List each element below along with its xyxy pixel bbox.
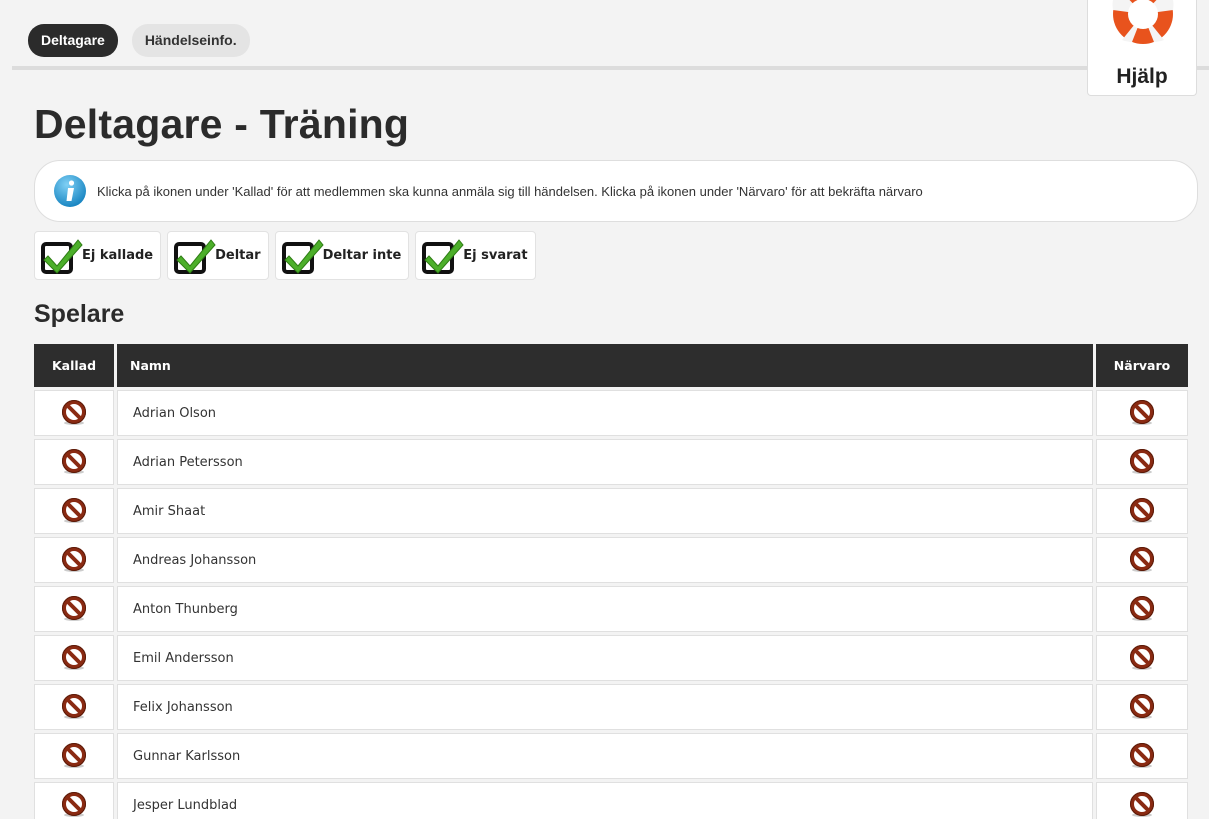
no-entry-icon xyxy=(1130,498,1154,523)
tab-bar: Deltagare Händelseinfo. xyxy=(28,24,250,57)
table-row: Emil Andersson xyxy=(34,635,1188,681)
filter-deltar-inte-button[interactable]: Deltar inte xyxy=(274,231,410,280)
narvaro-toggle[interactable] xyxy=(1096,684,1188,730)
lifebuoy-icon xyxy=(1112,0,1174,44)
table-row: Adrian Olson xyxy=(34,390,1188,436)
kallad-toggle[interactable] xyxy=(34,439,114,485)
player-name: Adrian Olson xyxy=(117,390,1093,436)
no-entry-icon xyxy=(1130,694,1154,719)
tab-divider xyxy=(12,66,1209,70)
kallad-toggle[interactable] xyxy=(34,635,114,681)
player-name: Jesper Lundblad xyxy=(117,782,1093,819)
narvaro-toggle[interactable] xyxy=(1096,439,1188,485)
table-row: Andreas Johansson xyxy=(34,537,1188,583)
table-row: Amir Shaat xyxy=(34,488,1188,534)
narvaro-toggle[interactable] xyxy=(1096,586,1188,632)
no-entry-icon xyxy=(1130,645,1154,670)
section-title: Spelare xyxy=(34,300,125,328)
player-name: Gunnar Karlsson xyxy=(117,733,1093,779)
column-header-namn: Namn xyxy=(117,344,1093,387)
no-entry-icon xyxy=(1130,743,1154,768)
no-entry-icon xyxy=(1130,400,1154,425)
table-row: Adrian Petersson xyxy=(34,439,1188,485)
narvaro-toggle[interactable] xyxy=(1096,390,1188,436)
checkbox-check-icon xyxy=(174,238,216,274)
no-entry-icon xyxy=(62,498,86,523)
no-entry-icon xyxy=(62,792,86,817)
column-header-kallad: Kallad xyxy=(34,344,114,387)
no-entry-icon xyxy=(62,645,86,670)
narvaro-toggle[interactable] xyxy=(1096,733,1188,779)
filter-deltar-button[interactable]: Deltar xyxy=(167,231,269,280)
no-entry-icon xyxy=(62,743,86,768)
table-header-row: Kallad Namn Närvaro xyxy=(34,344,1188,387)
kallad-toggle[interactable] xyxy=(34,390,114,436)
filter-ej-svarat-button[interactable]: Ej svarat xyxy=(415,231,536,280)
no-entry-icon xyxy=(1130,596,1154,621)
kallad-toggle[interactable] xyxy=(34,684,114,730)
filter-buttons: Ej kallade Deltar Deltar inte Ej svarat xyxy=(34,231,536,280)
player-name: Anton Thunberg xyxy=(117,586,1093,632)
narvaro-toggle[interactable] xyxy=(1096,782,1188,819)
tab-deltagare[interactable]: Deltagare xyxy=(28,24,118,57)
narvaro-toggle[interactable] xyxy=(1096,488,1188,534)
kallad-toggle[interactable] xyxy=(34,537,114,583)
no-entry-icon xyxy=(62,694,86,719)
column-header-narvaro: Närvaro xyxy=(1096,344,1188,387)
table-row: Felix Johansson xyxy=(34,684,1188,730)
kallad-toggle[interactable] xyxy=(34,782,114,819)
table-row: Anton Thunberg xyxy=(34,586,1188,632)
player-name: Emil Andersson xyxy=(117,635,1093,681)
table-row: Jesper Lundblad xyxy=(34,782,1188,819)
no-entry-icon xyxy=(1130,547,1154,572)
no-entry-icon xyxy=(1130,449,1154,474)
player-name: Adrian Petersson xyxy=(117,439,1093,485)
player-name: Andreas Johansson xyxy=(117,537,1093,583)
kallad-toggle[interactable] xyxy=(34,488,114,534)
help-label: Hjälp xyxy=(1116,65,1168,88)
players-table: Kallad Namn Närvaro Adrian Olson Adrian P… xyxy=(31,341,1191,819)
kallad-toggle[interactable] xyxy=(34,586,114,632)
no-entry-icon xyxy=(1130,792,1154,817)
narvaro-toggle[interactable] xyxy=(1096,635,1188,681)
info-icon xyxy=(54,175,86,207)
player-name: Amir Shaat xyxy=(117,488,1093,534)
checkbox-check-icon xyxy=(281,238,324,274)
filter-label: Ej svarat xyxy=(463,248,528,263)
no-entry-icon xyxy=(62,596,86,621)
filter-label: Deltar xyxy=(215,248,261,263)
no-entry-icon xyxy=(62,400,86,425)
info-text: Klicka på ikonen under 'Kallad' för att … xyxy=(97,183,923,199)
filter-label: Ej kallade xyxy=(82,248,154,263)
filter-ej-kallade-button[interactable]: Ej kallade xyxy=(34,231,162,280)
no-entry-icon xyxy=(62,547,86,572)
no-entry-icon xyxy=(62,449,86,474)
help-button[interactable]: Hjälp xyxy=(1087,0,1197,96)
table-row: Gunnar Karlsson xyxy=(34,733,1188,779)
narvaro-toggle[interactable] xyxy=(1096,537,1188,583)
filter-label: Deltar inte xyxy=(322,248,402,263)
page-title: Deltagare - Träning xyxy=(34,101,410,147)
info-box: Klicka på ikonen under 'Kallad' för att … xyxy=(34,160,1198,222)
checkbox-check-icon xyxy=(41,238,83,274)
checkbox-check-icon xyxy=(422,238,464,274)
player-name: Felix Johansson xyxy=(117,684,1093,730)
kallad-toggle[interactable] xyxy=(34,733,114,779)
tab-handelseinfo[interactable]: Händelseinfo. xyxy=(131,24,250,57)
